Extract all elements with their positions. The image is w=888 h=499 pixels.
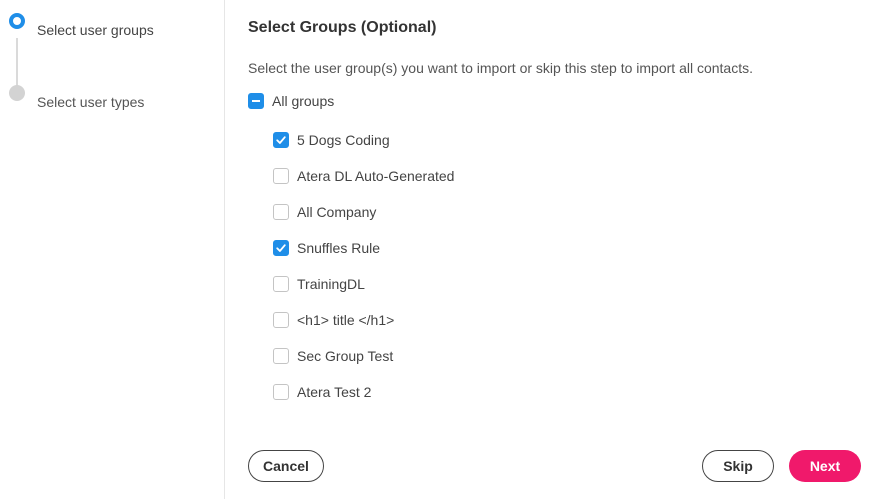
group-checkbox-row[interactable]: All Company [273,203,454,221]
group-checkbox-row[interactable]: Atera DL Auto-Generated [273,167,454,185]
checkmark-icon [276,136,286,144]
group-label: Sec Group Test [297,348,394,364]
group-checkbox-row[interactable]: Snuffles Rule [273,239,454,257]
group-checkbox-row[interactable]: 5 Dogs Coding [273,131,454,149]
group-checkbox[interactable] [273,276,289,292]
inactive-step-indicator-icon [9,85,25,101]
minus-icon [252,100,260,102]
group-label: Snuffles Rule [297,240,381,256]
wizard-stepper: Select user groups Select user types [0,0,225,499]
group-checkbox-row[interactable]: <h1> title </h1> [273,311,454,329]
group-checkbox-row[interactable]: Sec Group Test [273,347,454,365]
group-checkbox[interactable] [273,240,289,256]
step-label: Select user groups [37,22,154,38]
all-groups-checkbox-row[interactable]: All groups [248,92,334,110]
checkmark-icon [276,244,286,252]
group-label: 5 Dogs Coding [297,132,390,148]
group-checkbox-row[interactable]: TrainingDL [273,275,454,293]
group-checkbox[interactable] [273,204,289,220]
group-label: All Company [297,204,377,220]
page-title: Select Groups (Optional) [248,19,437,36]
group-label: TrainingDL [297,276,365,292]
group-checkbox[interactable] [273,312,289,328]
group-label: Atera Test 2 [297,384,372,400]
group-label: <h1> title </h1> [297,312,395,328]
active-step-indicator-icon [9,13,25,29]
group-checkbox[interactable] [273,132,289,148]
step-label: Select user types [37,94,145,110]
group-checkbox[interactable] [273,168,289,184]
all-groups-label: All groups [272,93,335,109]
main-panel: Select Groups (Optional) Select the user… [248,0,868,499]
group-label: Atera DL Auto-Generated [297,168,455,184]
group-list: 5 Dogs Coding Atera DL Auto-Generated All … [273,131,454,419]
cancel-button[interactable]: Cancel [248,450,324,482]
group-checkbox[interactable] [273,348,289,364]
import-wizard: Select user groups Select user types Sel… [0,0,888,499]
skip-button[interactable]: Skip [702,450,774,482]
all-groups-checkbox[interactable] [248,93,264,109]
group-checkbox[interactable] [273,384,289,400]
group-checkbox-row[interactable]: Atera Test 2 [273,383,454,401]
next-button[interactable]: Next [789,450,861,482]
page-description: Select the user group(s) you want to imp… [248,60,753,76]
